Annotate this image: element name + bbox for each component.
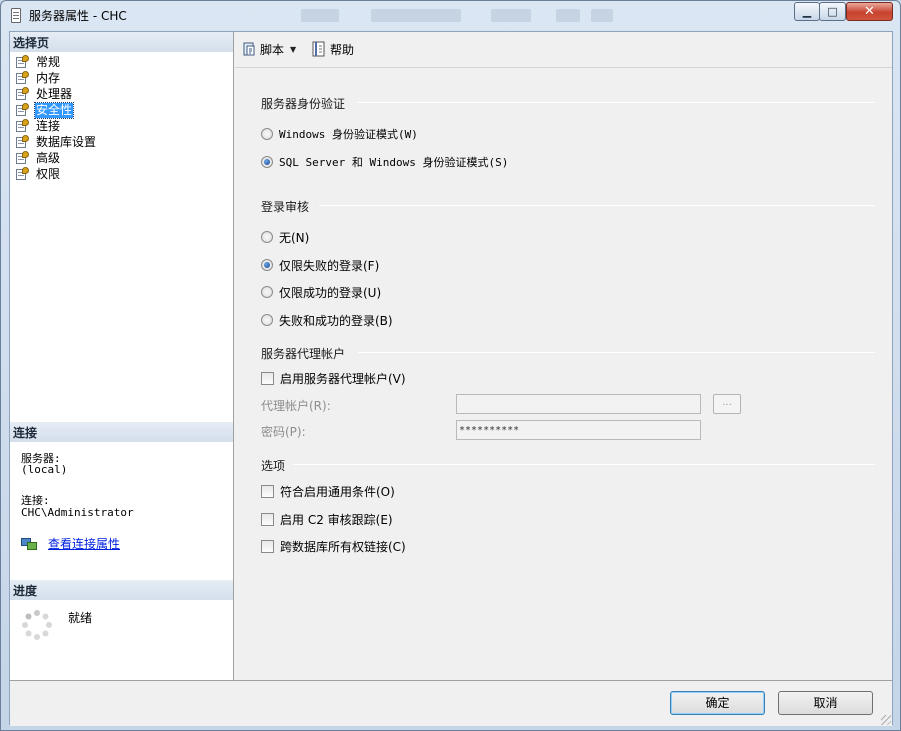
page-wrench-icon: [14, 55, 30, 69]
checkbox-indicator[interactable]: [261, 512, 274, 526]
dialog-window: 服务器属性 - CHC ▁ □ ✕ 选择页 常规 内存 处理器 安全性 连接 数据库设置高…: [0, 0, 901, 731]
document-icon: [11, 8, 21, 23]
title-bar[interactable]: 服务器属性 - CHC ▁ □ ✕: [1, 1, 900, 30]
audit-none-label: 无(N): [279, 230, 310, 245]
select-page-header: 选择页: [10, 32, 233, 52]
page-item[interactable]: 连接: [14, 118, 61, 134]
page-item[interactable]: 高级: [14, 150, 61, 166]
options-title: 选项: [261, 459, 286, 473]
page-wrench-icon: [14, 135, 30, 149]
c2-audit-label: 启用 C2 审核跟踪(E): [280, 512, 393, 527]
dialog-client: 选择页 常规 内存 处理器 安全性 连接 数据库设置 高级 权限 连接 服务器: (local…: [9, 31, 893, 726]
checkbox-indicator[interactable]: [261, 539, 274, 553]
progress-spinner-icon: [22, 610, 52, 640]
page-item[interactable]: 数据库设置: [14, 134, 97, 150]
radio-indicator[interactable]: [261, 156, 273, 168]
radio-indicator[interactable]: [261, 231, 273, 243]
page-item-label: 常规: [36, 54, 61, 69]
page-item[interactable]: 权限: [14, 166, 61, 182]
proxy-account-label: 代理帐户(R):: [261, 399, 331, 413]
page-wrench-icon: [14, 71, 30, 85]
radio-indicator[interactable]: [261, 259, 273, 271]
server-value: (local): [21, 463, 68, 476]
mixed-auth-radio[interactable]: SQL Server 和 Windows 身份验证模式(S): [261, 154, 508, 170]
mixed-auth-label: SQL Server 和 Windows 身份验证模式(S): [279, 156, 509, 169]
page-item[interactable]: 常规: [14, 54, 61, 70]
page-item[interactable]: 安全性: [14, 101, 75, 119]
resize-grip-icon[interactable]: [881, 715, 891, 725]
enable-proxy-checkbox[interactable]: 启用服务器代理帐户(V): [261, 370, 406, 386]
password-field[interactable]: **********: [456, 420, 701, 440]
maximize-button[interactable]: □: [819, 2, 846, 21]
cross-db-chaining-label: 跨数据库所有权链接(C): [280, 539, 406, 554]
script-icon: [241, 41, 257, 57]
proxy-account-title: 服务器代理帐户: [261, 347, 346, 361]
audit-success-label: 仅限成功的登录(U): [279, 285, 382, 300]
checkbox-indicator[interactable]: [261, 371, 274, 385]
password-label: 密码(P):: [261, 425, 306, 439]
radio-indicator[interactable]: [261, 314, 273, 326]
server-auth-title: 服务器身份验证: [261, 97, 346, 111]
windows-auth-radio[interactable]: Windows 身份验证模式(W): [261, 126, 418, 142]
divider: [358, 352, 875, 353]
page-item[interactable]: 处理器: [14, 86, 73, 102]
audit-failed-radio[interactable]: 仅限失败的登录(F): [261, 257, 379, 273]
audit-both-label: 失败和成功的登录(B): [279, 313, 393, 328]
audit-failed-label: 仅限失败的登录(F): [279, 258, 380, 273]
common-criteria-checkbox[interactable]: 符合启用通用条件(O): [261, 483, 395, 499]
help-icon: [311, 41, 327, 57]
page-item-label: 安全性: [33, 101, 75, 119]
page-wrench-icon: [14, 119, 30, 133]
window-title: 服务器属性 - CHC: [29, 9, 127, 23]
close-button[interactable]: ✕: [846, 2, 893, 21]
page-item-label: 高级: [36, 150, 61, 165]
minimize-button[interactable]: ▁: [794, 2, 820, 21]
connection-properties-icon: [21, 536, 38, 550]
connection-value: CHC\Administrator: [21, 506, 134, 519]
progress-header: 进度: [10, 580, 233, 600]
page-item-label: 权限: [36, 166, 61, 181]
browse-button[interactable]: ...: [713, 394, 741, 414]
audit-success-radio[interactable]: 仅限成功的登录(U): [261, 284, 381, 300]
login-audit-title: 登录审核: [261, 200, 310, 214]
page-wrench-icon: [14, 103, 30, 117]
help-button[interactable]: 帮助: [311, 40, 354, 58]
cancel-button[interactable]: 取消: [778, 691, 873, 715]
help-label: 帮助: [330, 42, 355, 57]
view-connection-properties-link[interactable]: 查看连接属性: [48, 535, 120, 552]
left-pane: 选择页 常规 内存 处理器 安全性 连接 数据库设置 高级 权限 连接 服务器: (local…: [10, 32, 234, 680]
checkbox-indicator[interactable]: [261, 484, 274, 498]
background-toolbar: [301, 6, 621, 26]
c2-audit-checkbox[interactable]: 启用 C2 审核跟踪(E): [261, 511, 393, 527]
divider: [293, 464, 875, 465]
common-criteria-label: 符合启用通用条件(O): [280, 484, 395, 499]
page-item-label: 连接: [36, 118, 61, 133]
page-wrench-icon: [14, 167, 30, 181]
page-item-label: 处理器: [36, 86, 73, 101]
page-wrench-icon: [14, 87, 30, 101]
enable-proxy-label: 启用服务器代理帐户(V): [280, 371, 406, 386]
chevron-down-icon[interactable]: ▼: [290, 45, 296, 54]
page-item-label: 内存: [36, 70, 61, 85]
cross-db-chaining-checkbox[interactable]: 跨数据库所有权链接(C): [261, 538, 406, 554]
radio-indicator[interactable]: [261, 286, 273, 298]
windows-auth-label: Windows 身份验证模式(W): [279, 128, 418, 141]
page-item[interactable]: 内存: [14, 70, 61, 86]
page-wrench-icon: [14, 151, 30, 165]
audit-none-radio[interactable]: 无(N): [261, 229, 309, 245]
divider: [357, 102, 875, 103]
toolbar: 脚本 ▼ 帮助: [235, 32, 892, 68]
page-item-label: 数据库设置: [36, 134, 97, 149]
script-label: 脚本: [260, 42, 285, 57]
progress-status: 就绪: [68, 611, 93, 625]
dialog-footer: 确定 取消: [10, 680, 892, 726]
proxy-account-field[interactable]: [456, 394, 701, 414]
ok-button[interactable]: 确定: [670, 691, 765, 715]
radio-indicator[interactable]: [261, 128, 273, 140]
script-button[interactable]: 脚本 ▼: [241, 40, 296, 58]
audit-both-radio[interactable]: 失败和成功的登录(B): [261, 312, 393, 328]
divider: [319, 205, 875, 206]
connection-header: 连接: [10, 422, 233, 442]
